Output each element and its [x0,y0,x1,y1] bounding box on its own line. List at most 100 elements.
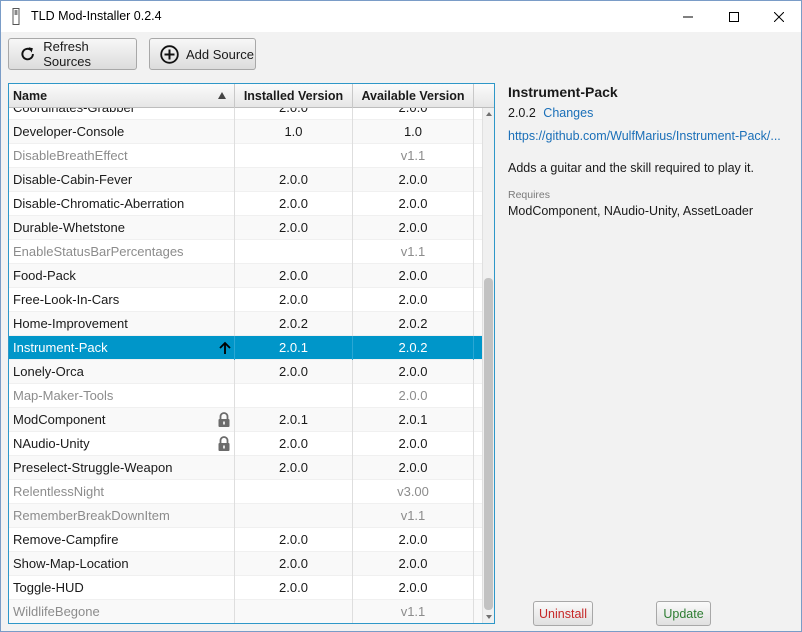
available-version-cell: 2.0.0 [353,384,474,408]
table-row[interactable]: Preselect-Struggle-Weapon 2.0.0 2.0.0 [9,456,482,480]
table-rows: Coordinates-Grabber2.0.02.0.0Developer-C… [9,108,482,623]
mod-name-cell: Show-Map-Location [9,552,235,576]
mod-name-cell: NAudio-Unity [9,432,235,456]
table-row[interactable]: ModComponent 2.0.1 2.0.1 [9,408,482,432]
lock-icon [218,436,230,451]
available-version-cell: 2.0.0 [353,432,474,456]
mod-name-cell: Remove-Campfire [9,528,235,552]
table-row[interactable]: WildlifeBegone v1.1 [9,600,482,623]
installed-version-cell: 2.0.0 [235,216,353,240]
mod-name-cell: RelentlessNight [9,480,235,504]
table-row[interactable]: RememberBreakDownItem v1.1 [9,504,482,528]
column-header-installed-version[interactable]: Installed Version [235,84,353,108]
mod-name-cell: Map-Maker-Tools [9,384,235,408]
table-row[interactable]: Show-Map-Location 2.0.0 2.0.0 [9,552,482,576]
table-row[interactable]: Disable-Chromatic-Aberration 2.0.0 2.0.0 [9,192,482,216]
mod-name-cell: DisableBreathEffect [9,144,235,168]
table-row[interactable]: Disable-Cabin-Fever 2.0.0 2.0.0 [9,168,482,192]
mods-table: Name Installed Version Available Version… [8,83,495,624]
table-row[interactable]: Durable-Whetstone 2.0.0 2.0.0 [9,216,482,240]
installed-version-cell: 2.0.0 [235,552,353,576]
installed-version-cell: 2.0.0 [235,168,353,192]
table-row[interactable]: Home-Improvement 2.0.2 2.0.2 [9,312,482,336]
details-version: 2.0.2 [508,106,536,120]
installed-version-cell: 2.0.0 [235,528,353,552]
installed-version-cell: 2.0.1 [235,336,353,360]
available-version-cell: 2.0.0 [353,264,474,288]
add-source-label: Add Source [186,46,254,62]
table-row[interactable]: Free-Look-In-Cars 2.0.0 2.0.0 [9,288,482,312]
available-version-cell: v1.1 [353,600,474,623]
available-version-cell: 2.0.0 [353,216,474,240]
available-version-cell: 2.0.1 [353,408,474,432]
repository-link[interactable]: https://github.com/WulfMarius/Instrument… [508,129,784,143]
table-row[interactable]: NAudio-Unity 2.0.0 2.0.0 [9,432,482,456]
installed-version-cell [235,384,353,408]
column-header-name[interactable]: Name [9,84,235,108]
scroll-thumb[interactable] [484,278,493,610]
table-row[interactable]: Toggle-HUD 2.0.0 2.0.0 [9,576,482,600]
update-button[interactable]: Update [656,601,711,626]
table-row[interactable]: EnableStatusBarPercentages v1.1 [9,240,482,264]
installed-version-cell [235,480,353,504]
installed-version-cell: 2.0.0 [235,576,353,600]
available-version-cell: v1.1 [353,504,474,528]
maximize-icon [729,11,739,22]
scroll-down-arrow-icon[interactable] [486,615,492,619]
update-arrow-icon[interactable] [218,340,232,356]
installed-version-cell: 2.0.0 [235,432,353,456]
table-row[interactable]: Remove-Campfire 2.0.0 2.0.0 [9,528,482,552]
installed-version-cell: 2.0.0 [235,192,353,216]
close-icon [774,11,784,22]
mod-name-cell: Coordinates-Grabber [9,108,235,120]
installed-version-cell: 2.0.0 [235,360,353,384]
table-header: Name Installed Version Available Version [9,84,494,108]
mod-name-cell: RememberBreakDownItem [9,504,235,528]
available-version-cell: 2.0.2 [353,312,474,336]
details-title: Instrument-Pack [508,84,618,100]
add-source-button[interactable]: Add Source [149,38,256,70]
lock-icon [218,412,230,427]
minimize-button[interactable] [665,1,711,32]
mod-name-cell: Durable-Whetstone [9,216,235,240]
scroll-up-arrow-icon[interactable] [486,112,492,116]
available-version-cell: 2.0.0 [353,288,474,312]
refresh-sources-button[interactable]: Refresh Sources [8,38,137,70]
close-button[interactable] [756,1,802,32]
available-version-cell: 2.0.0 [353,168,474,192]
vertical-scrollbar[interactable] [482,108,494,623]
mod-name-cell: Disable-Cabin-Fever [9,168,235,192]
available-version-cell: 2.0.0 [353,552,474,576]
available-version-cell: 1.0 [353,120,474,144]
column-header-available-version[interactable]: Available Version [353,84,474,108]
table-row[interactable]: Coordinates-Grabber2.0.02.0.0 [9,108,482,120]
requires-label: Requires [508,189,551,201]
table-row[interactable]: Map-Maker-Tools 2.0.0 [9,384,482,408]
table-row[interactable]: DisableBreathEffect v1.1 [9,144,482,168]
table-row[interactable]: Developer-Console 1.0 1.0 [9,120,482,144]
installed-version-cell: 2.0.0 [235,108,353,120]
available-version-cell: 2.0.0 [353,576,474,600]
table-row[interactable]: Food-Pack 2.0.0 2.0.0 [9,264,482,288]
available-version-cell: 2.0.0 [353,528,474,552]
sort-ascending-icon [218,92,226,99]
table-row[interactable]: Lonely-Orca 2.0.0 2.0.0 [9,360,482,384]
installed-version-cell: 2.0.1 [235,408,353,432]
title-bar: TLD Mod-Installer 0.2.4 [1,1,801,32]
mod-name-cell: WildlifeBegone [9,600,235,623]
minimize-icon [683,16,693,17]
column-menu-corner[interactable] [474,84,494,108]
available-version-cell: 2.0.0 [353,108,474,120]
uninstall-button[interactable]: Uninstall [533,601,593,626]
table-row[interactable]: RelentlessNight v3.00 [9,480,482,504]
table-row[interactable]: Instrument-Pack 2.0.1 2.0.2 [9,336,482,360]
installed-version-cell [235,240,353,264]
maximize-button[interactable] [711,1,757,32]
installed-version-cell: 2.0.2 [235,312,353,336]
installed-version-cell [235,144,353,168]
changes-link[interactable]: Changes [543,106,593,120]
available-version-cell: v1.1 [353,144,474,168]
details-description: Adds a guitar and the skill required to … [508,161,754,175]
table-body: Coordinates-Grabber2.0.02.0.0Developer-C… [9,108,482,623]
requires-list: ModComponent, NAudio-Unity, AssetLoader [508,204,754,218]
